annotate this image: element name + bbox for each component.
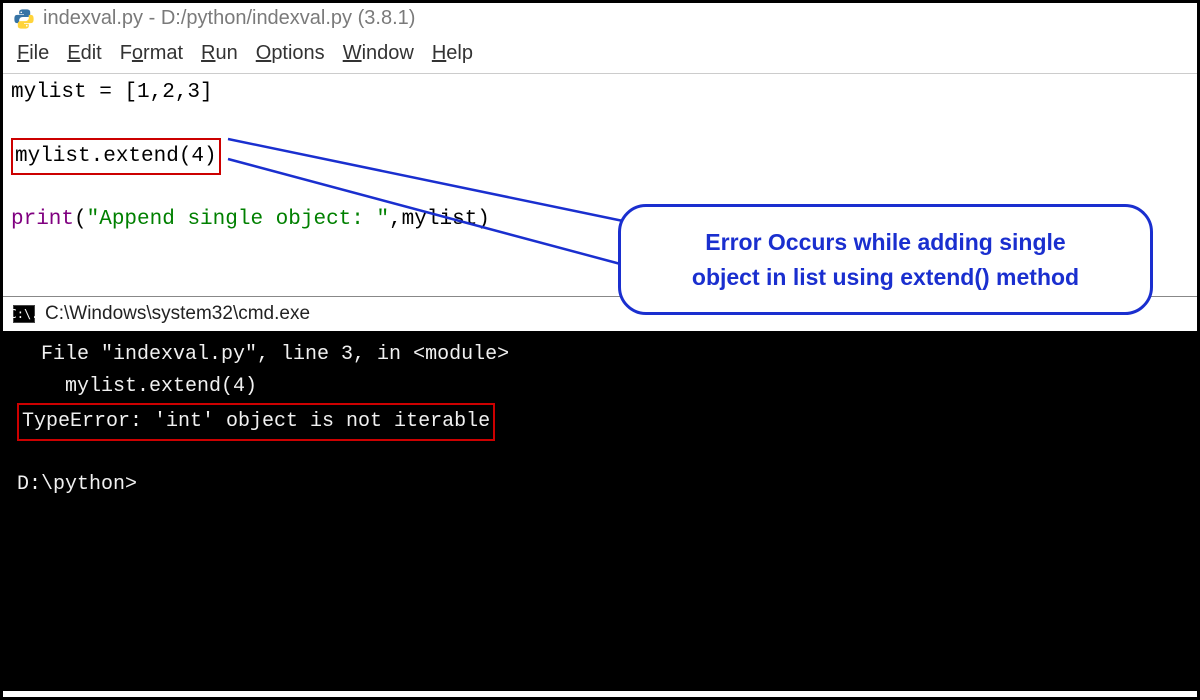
terminal-prompt: D:\python>	[17, 469, 1183, 501]
menu-file[interactable]: File	[17, 42, 49, 65]
menu-edit[interactable]: Edit	[67, 42, 101, 65]
idle-window-title: indexval.py - D:/python/indexval.py (3.8…	[43, 7, 415, 30]
code-editor[interactable]: mylist = [1,2,3] mylist.extend(4) print(…	[3, 73, 1197, 296]
highlighted-error: TypeError: 'int' object is not iterable	[17, 403, 495, 441]
traceback-line-1: File "indexval.py", line 3, in <module>	[17, 339, 1183, 371]
menubar: File Edit Format Run Options Window Help	[3, 34, 1197, 73]
idle-titlebar: indexval.py - D:/python/indexval.py (3.8…	[3, 3, 1197, 34]
print-keyword: print	[11, 208, 74, 231]
code-line-2: mylist.extend(4)	[11, 138, 1189, 176]
string-literal: "Append single object: "	[87, 208, 389, 231]
traceback-line-2: mylist.extend(4)	[17, 371, 1183, 403]
menu-window[interactable]: Window	[343, 42, 414, 65]
highlighted-extend-call: mylist.extend(4)	[11, 138, 221, 176]
menu-options[interactable]: Options	[256, 42, 325, 65]
menu-help[interactable]: Help	[432, 42, 473, 65]
menu-run[interactable]: Run	[201, 42, 238, 65]
cmd-icon: C:\.	[13, 305, 35, 323]
callout-line-2: object in list using extend() method	[643, 260, 1128, 295]
python-icon	[13, 8, 35, 30]
cmd-window-title: C:\Windows\system32\cmd.exe	[45, 303, 310, 325]
menu-format[interactable]: Format	[120, 42, 183, 65]
error-callout: Error Occurs while adding single object …	[618, 204, 1153, 315]
error-line: TypeError: 'int' object is not iterable	[17, 403, 1183, 441]
code-line-1: mylist = [1,2,3]	[11, 76, 1189, 110]
callout-line-1: Error Occurs while adding single	[643, 225, 1128, 260]
terminal-output[interactable]: File "indexval.py", line 3, in <module> …	[3, 331, 1197, 691]
